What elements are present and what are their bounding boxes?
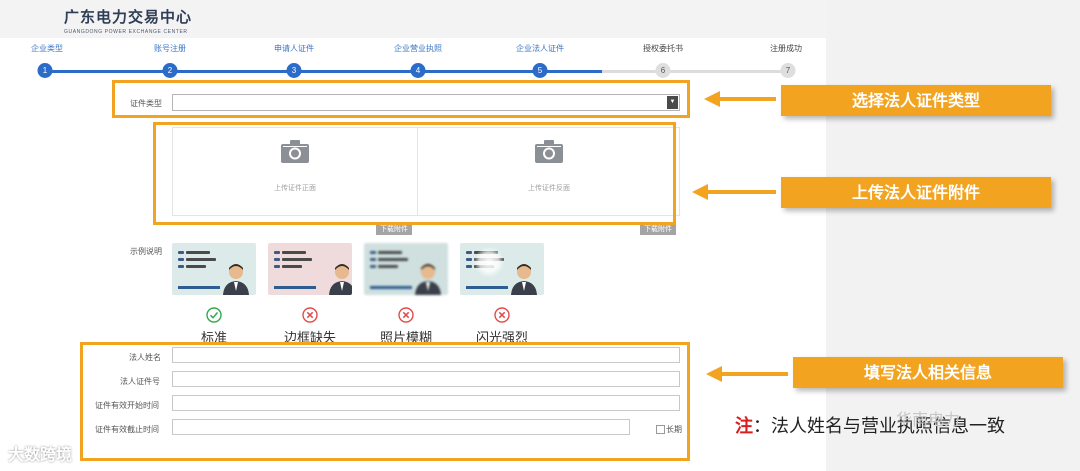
step-circle-6: 6 xyxy=(655,63,671,78)
error-circle-icon xyxy=(494,307,510,323)
step-label-4: 企业营业执照 xyxy=(394,44,442,53)
step-progress-done xyxy=(45,70,602,73)
callout-fill-info: 填写法人相关信息 xyxy=(793,357,1063,388)
note-prefix: 注 xyxy=(735,416,753,437)
check-circle-icon xyxy=(206,307,222,323)
person-icon xyxy=(329,264,352,295)
person-icon xyxy=(223,264,249,295)
glare-spot xyxy=(474,247,504,277)
sample-card-blurry xyxy=(364,243,448,295)
callout-select-type: 选择法人证件类型 xyxy=(781,85,1051,116)
logo-name-cn: 广东电力交易中心 xyxy=(64,8,193,26)
step-label-7: 注册成功 xyxy=(770,44,802,53)
note-body: ：法人姓名与营业执照信息一致 xyxy=(753,416,1005,437)
error-circle-icon xyxy=(302,307,318,323)
person-icon xyxy=(511,264,537,295)
step-label-1: 企业类型 xyxy=(31,44,63,53)
step-circle-7: 7 xyxy=(780,63,796,78)
arrow-left-icon xyxy=(706,366,788,382)
step-circle-3: 3 xyxy=(286,63,302,78)
logo-name-en: GUANGDONG POWER EXCHANGE CENTER xyxy=(64,29,188,35)
highlight-upload xyxy=(153,122,676,225)
sample-card-border-missing xyxy=(268,243,352,295)
arrow-left-icon xyxy=(704,91,776,107)
step-circle-5: 5 xyxy=(532,63,548,78)
arrow-left-icon xyxy=(692,184,776,200)
sample-card-standard xyxy=(172,243,256,295)
watermark-right: 华南电力 xyxy=(896,410,961,429)
step-progress-todo xyxy=(602,70,788,73)
step-circle-1: 1 xyxy=(37,63,53,78)
step-circle-2: 2 xyxy=(162,63,178,78)
download-back-button[interactable]: 下载附件 xyxy=(640,224,676,235)
logo: 广东电力交易中心 GUANGDONG POWER EXCHANGE CENTER xyxy=(64,6,192,35)
error-circle-icon xyxy=(398,307,414,323)
step-label-3: 申请人证件 xyxy=(274,44,314,53)
highlight-fill-info xyxy=(80,342,690,461)
step-label-6: 授权委托书 xyxy=(643,44,683,53)
note-text: 注：法人姓名与营业执照信息一致 xyxy=(735,412,1005,438)
step-label-5: 企业法人证件 xyxy=(516,44,564,53)
callout-upload: 上传法人证件附件 xyxy=(781,177,1051,208)
highlight-select-type xyxy=(112,80,690,118)
person-icon xyxy=(415,264,441,295)
step-label-2: 账号注册 xyxy=(154,44,186,53)
watermark-left: 大数跨境 xyxy=(8,445,73,464)
step-circle-4: 4 xyxy=(410,63,426,78)
download-front-button[interactable]: 下载附件 xyxy=(376,224,412,235)
example-label: 示例说明 xyxy=(130,247,162,256)
sample-card-flash-glare xyxy=(460,243,544,295)
